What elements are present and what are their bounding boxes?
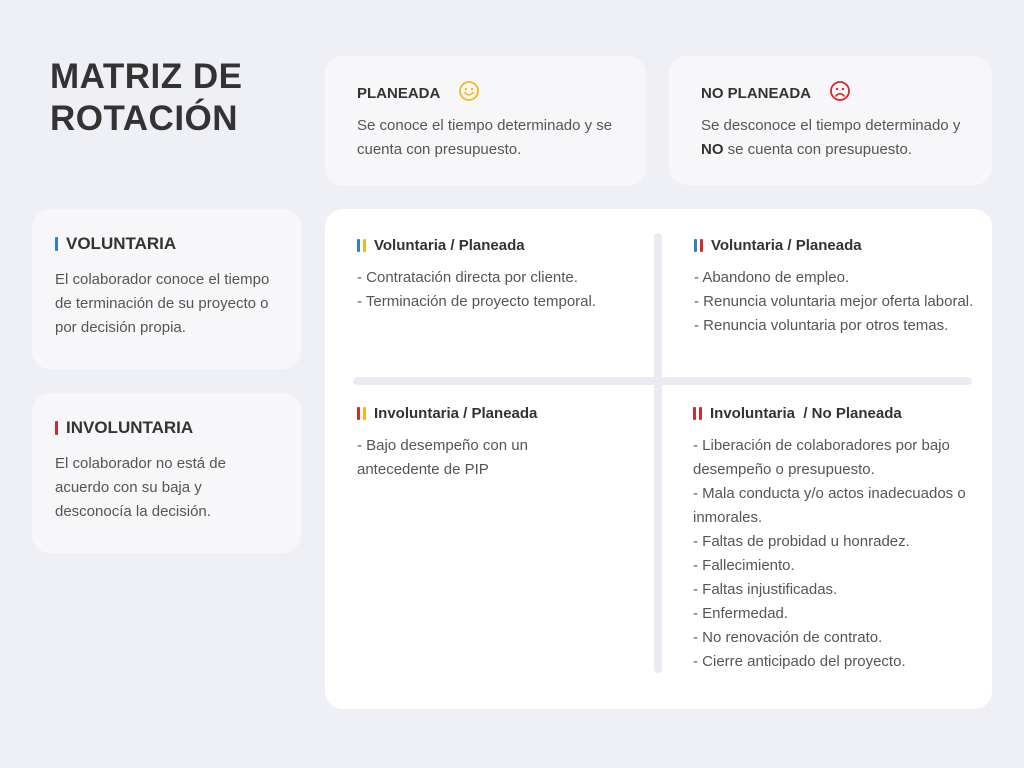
quadrant-list: - Bajo desempeño con un antecedente de P… — [357, 434, 557, 482]
planeada-description: Se conoce el tiempo determinado y se cue… — [357, 117, 613, 158]
page-title-line-1: MATRIZ DE — [50, 57, 243, 96]
rotation-matrix: Voluntaria / Planeada - Contratación dir… — [325, 209, 992, 709]
list-item: - Terminación de proyecto temporal. — [357, 293, 597, 310]
page-title-line-2: ROTACIÓN — [50, 99, 239, 138]
quadrant-title: Voluntaria / Planeada — [694, 237, 974, 254]
red-yellow-marker — [357, 407, 366, 420]
list-item: - Bajo desempeño con un antecedente de P… — [357, 437, 528, 478]
red-red-marker — [693, 407, 702, 420]
list-item: - Abandono de empleo. — [694, 269, 850, 286]
involuntaria-header: INVOLUNTARIA — [55, 418, 275, 438]
red-marker — [55, 421, 58, 435]
quadrant-title: Involuntaria / Planeada — [357, 405, 557, 422]
list-item: - No renovación de contrato. — [693, 629, 883, 646]
list-item: - Enfermedad. — [693, 605, 789, 622]
voluntaria-card: VOLUNTARIA El colaborador conoce el tiem… — [32, 209, 301, 369]
list-item: - Liberación de colaboradores por bajo d… — [693, 437, 950, 478]
quadrant-list: - Abandono de empleo. - Renuncia volunta… — [694, 266, 974, 338]
no-planeada-header: NO PLANEADA — [701, 79, 976, 102]
quadrant-title-text: Voluntaria / Planeada — [711, 237, 862, 254]
blue-marker — [55, 237, 58, 251]
quadrant-involuntaria-no-planeada: Involuntaria / No Planeada - Liberación … — [693, 405, 977, 674]
quadrant-title-text: Involuntaria / Planeada — [374, 405, 538, 422]
list-item: - Faltas injustificadas. — [693, 581, 838, 598]
voluntaria-description: El colaborador conoce el tiempo de termi… — [55, 271, 270, 336]
quadrant-title: Voluntaria / Planeada — [357, 237, 642, 254]
no-planeada-text-bold: NO — [701, 141, 724, 158]
quadrant-voluntaria-no-planeada: Voluntaria / Planeada - Abandono de empl… — [694, 237, 974, 338]
list-item: - Fallecimiento. — [693, 557, 795, 574]
blue-red-marker — [694, 239, 703, 252]
voluntaria-title: VOLUNTARIA — [66, 234, 177, 253]
quadrant-voluntaria-planeada: Voluntaria / Planeada - Contratación dir… — [357, 237, 642, 314]
involuntaria-title: INVOLUNTARIA — [66, 418, 194, 437]
list-item: - Faltas de probidad u honradez. — [693, 533, 910, 550]
planeada-title: PLANEADA — [357, 85, 441, 102]
horizontal-divider — [353, 377, 972, 385]
frowning-face-icon — [830, 80, 850, 101]
planeada-card: PLANEADA Se conoce el tiempo determinado… — [325, 56, 646, 186]
no-planeada-text-before: Se desconoce el tiempo determinado y — [701, 117, 961, 134]
list-item: - Mala conducta y/o actos inadecuados o … — [693, 485, 966, 526]
no-planeada-text-after: se cuenta con presupuesto. — [723, 141, 912, 158]
quadrant-title-text: Involuntaria / No Planeada — [710, 405, 902, 422]
list-item: - Renuncia voluntaria mejor oferta labor… — [694, 293, 974, 310]
vertical-divider — [654, 233, 662, 673]
involuntaria-description: El colaborador no está de acuerdo con su… — [55, 455, 226, 520]
voluntaria-header: VOLUNTARIA — [55, 234, 287, 254]
list-item: - Contratación directa por cliente. — [357, 269, 578, 286]
quadrant-list: - Liberación de colaboradores por bajo d… — [693, 434, 977, 674]
no-planeada-card: NO PLANEADA Se desconoce el tiempo deter… — [669, 56, 992, 185]
no-planeada-description: Se desconoce el tiempo determinado y NO … — [701, 114, 976, 162]
list-item: - Cierre anticipado del proyecto. — [693, 653, 906, 670]
smiley-face-icon — [459, 80, 480, 101]
list-item: - Renuncia voluntaria por otros temas. — [694, 317, 949, 334]
quadrant-list: - Contratación directa por cliente. - Te… — [357, 266, 642, 314]
page-title: MATRIZ DE ROTACIÓN — [50, 56, 242, 140]
quadrant-title: Involuntaria / No Planeada — [693, 405, 977, 422]
blue-yellow-marker — [357, 239, 366, 252]
involuntaria-card: INVOLUNTARIA El colaborador no está de a… — [32, 393, 301, 553]
quadrant-title-text: Voluntaria / Planeada — [374, 237, 525, 254]
planeada-header: PLANEADA — [357, 79, 622, 102]
quadrant-involuntaria-planeada: Involuntaria / Planeada - Bajo desempeño… — [357, 405, 557, 482]
no-planeada-title: NO PLANEADA — [701, 85, 812, 102]
